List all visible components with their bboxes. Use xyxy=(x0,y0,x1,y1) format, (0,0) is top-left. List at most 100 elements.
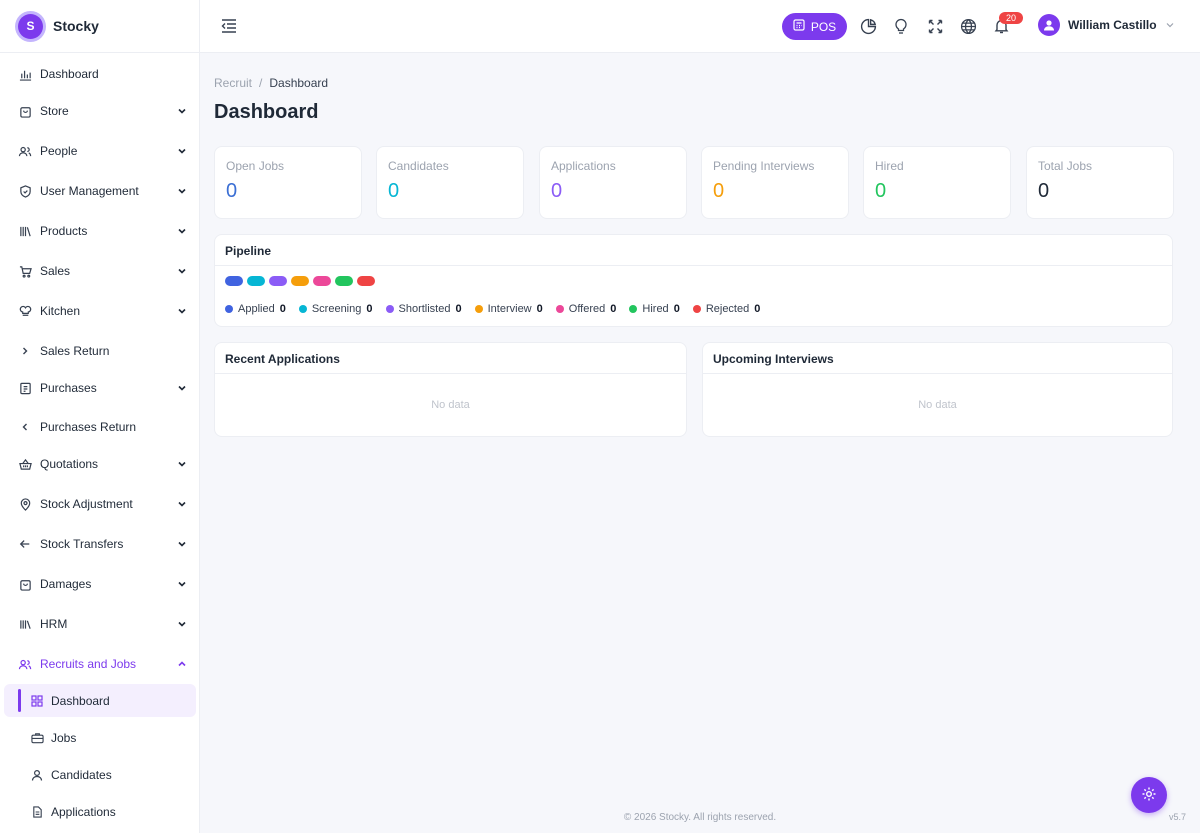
document-icon xyxy=(30,805,44,819)
stat-value: 0 xyxy=(388,180,400,202)
pipeline-bar-interview[interactable] xyxy=(291,276,309,286)
sidebar-item-recruits-and-jobs[interactable]: Recruits and Jobs xyxy=(0,646,199,682)
sidebar-item-store[interactable]: Store xyxy=(0,93,199,129)
menu-toggle-icon[interactable] xyxy=(220,17,238,35)
sidebar-item-purchases[interactable]: Purchases xyxy=(0,370,199,406)
sidebar-item-dashboard[interactable]: Dashboard xyxy=(0,56,199,92)
legend-dot xyxy=(385,305,394,313)
pipeline-bar-offered[interactable] xyxy=(313,276,331,286)
breadcrumb-parent[interactable]: Recruit xyxy=(214,76,252,90)
books-icon xyxy=(18,224,32,238)
sidebar-item-label: Stock Transfers xyxy=(40,537,124,551)
legend-dot xyxy=(692,305,701,313)
stat-card-hired: Hired 0 xyxy=(863,146,1011,219)
pipeline-bar-screening[interactable] xyxy=(247,276,265,286)
pos-button[interactable]: POS xyxy=(782,13,847,40)
chef-hat-icon xyxy=(18,304,32,318)
sidebar-item-products[interactable]: Products xyxy=(0,213,199,249)
shield-icon xyxy=(18,184,32,198)
sidebar-subitem-label: Applications xyxy=(51,804,116,819)
legend-item-offered: Offered 0 xyxy=(555,303,616,315)
stat-value: 0 xyxy=(551,180,563,202)
chevron-down-icon xyxy=(178,541,186,547)
pos-button-label: POS xyxy=(810,19,837,34)
stat-label: Total Jobs xyxy=(1038,159,1093,173)
upcoming-interviews-panel: Upcoming Interviews No data xyxy=(702,342,1173,437)
legend-label: Offered xyxy=(568,303,606,315)
pipeline-bar-shortlisted[interactable] xyxy=(269,276,287,286)
briefcase-icon xyxy=(30,731,44,745)
lightbulb-icon[interactable] xyxy=(892,17,910,35)
pipeline-bar-rejected[interactable] xyxy=(357,276,375,286)
chevron-down-icon xyxy=(1166,23,1174,28)
pipeline-bar-hired[interactable] xyxy=(335,276,353,286)
sidebar-item-label: Kitchen xyxy=(40,304,81,318)
user-icon xyxy=(30,768,44,782)
library-icon xyxy=(18,617,32,631)
chevron-left-icon xyxy=(18,420,32,434)
footer-copyright: © 2026 Stocky. All rights reserved. xyxy=(623,812,777,823)
sidebar-subitem-label: Candidates xyxy=(51,767,112,782)
sidebar-item-damages[interactable]: Damages xyxy=(0,566,199,602)
bar-chart-icon xyxy=(18,67,32,81)
sidebar-item-quotations[interactable]: Quotations xyxy=(0,446,199,482)
sidebar-item-purchases-return[interactable]: Purchases Return xyxy=(0,409,199,445)
chevron-right-icon xyxy=(18,344,32,358)
legend-dot xyxy=(474,305,483,313)
sidebar-item-label: Damages xyxy=(40,577,92,591)
legend-count: 0 xyxy=(366,303,373,315)
stat-card-candidates: Candidates 0 xyxy=(376,146,524,219)
sidebar-item-label: HRM xyxy=(40,617,68,631)
sidebar-item-label: Dashboard xyxy=(40,67,99,81)
legend-label: Rejected xyxy=(705,303,750,315)
pipeline-bars xyxy=(225,276,375,286)
sidebar-item-sales-return[interactable]: Sales Return xyxy=(0,333,199,369)
receipt-icon xyxy=(18,381,32,395)
sidebar-item-label: Stock Adjustment xyxy=(40,497,133,511)
legend-count: 0 xyxy=(536,303,543,315)
globe-icon[interactable] xyxy=(959,17,977,35)
pipeline-bar-applied[interactable] xyxy=(225,276,243,286)
upcoming-interviews-title: Upcoming Interviews xyxy=(703,343,1172,374)
pie-chart-icon[interactable] xyxy=(859,17,877,35)
pipeline-panel: Pipeline Applied 0 Screening 0 Shortlisted… xyxy=(214,234,1173,327)
sidebar-item-user-management[interactable]: User Management xyxy=(0,173,199,209)
sidebar-item-label: Sales Return xyxy=(40,344,110,358)
sidebar-subitem-applications[interactable]: Applications xyxy=(4,795,196,828)
sidebar-item-label: User Management xyxy=(40,184,139,198)
legend-label: Shortlisted xyxy=(398,303,451,315)
sidebar-subitem-dashboard[interactable]: Dashboard xyxy=(4,684,196,717)
stat-value: 0 xyxy=(713,180,725,202)
legend-item-screening: Screening 0 xyxy=(298,303,373,315)
chevron-down-icon xyxy=(178,268,186,274)
sidebar-item-stock-transfers[interactable]: Stock Transfers xyxy=(0,526,199,562)
settings-button[interactable] xyxy=(1131,777,1167,813)
sidebar-item-label: Purchases xyxy=(40,381,97,395)
sidebar-subitem-candidates[interactable]: Candidates xyxy=(4,758,196,791)
sidebar-item-people[interactable]: People xyxy=(0,133,199,169)
stat-card-total-jobs: Total Jobs 0 xyxy=(1026,146,1174,219)
chevron-up-icon xyxy=(178,661,186,667)
sidebar-item-sales[interactable]: Sales xyxy=(0,253,199,289)
user-menu[interactable]: William Castillo xyxy=(1038,14,1175,36)
legend-dot xyxy=(629,305,638,313)
legend-item-applied: Applied 0 xyxy=(225,303,286,315)
sidebar-item-label: Products xyxy=(40,224,88,238)
topbar: POS 20 William Castillo xyxy=(200,0,1200,53)
fullscreen-icon[interactable] xyxy=(926,17,944,35)
recent-applications-empty: No data xyxy=(431,399,470,411)
stat-card-applications: Applications 0 xyxy=(539,146,687,219)
chevron-down-icon xyxy=(178,148,186,154)
sidebar-item-stock-adjustment[interactable]: Stock Adjustment xyxy=(0,486,199,522)
chevron-down-icon xyxy=(178,581,186,587)
users-icon xyxy=(18,144,32,158)
brand[interactable]: S Stocky xyxy=(0,0,199,53)
sidebar-item-hrm[interactable]: HRM xyxy=(0,606,199,642)
sidebar-subitem-jobs[interactable]: Jobs xyxy=(4,721,196,754)
recent-applications-title: Recent Applications xyxy=(215,343,686,374)
brand-logo: S xyxy=(18,13,43,39)
stat-value: 0 xyxy=(226,180,238,202)
sidebar-item-kitchen[interactable]: Kitchen xyxy=(0,293,199,329)
notification-badge: 20 xyxy=(999,12,1023,24)
cart-icon xyxy=(18,264,32,278)
